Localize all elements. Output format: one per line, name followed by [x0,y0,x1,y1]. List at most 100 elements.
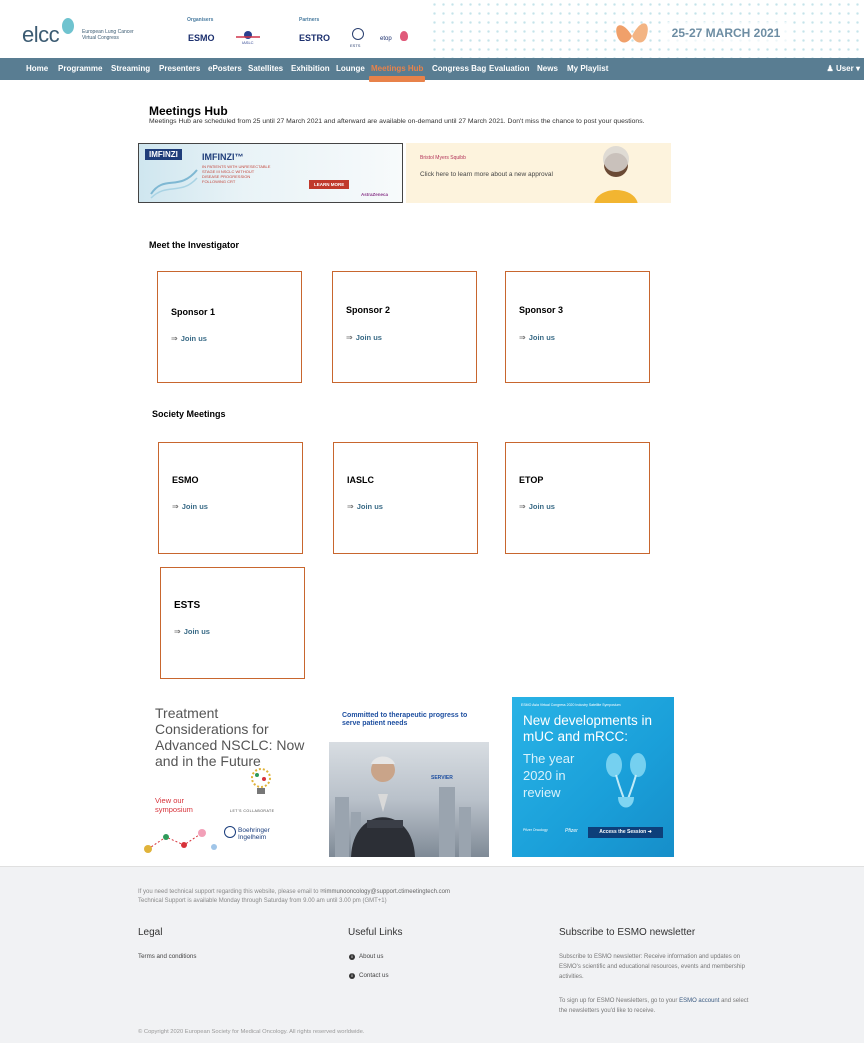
boehringer-logo: Boehringer Ingelheim [238,827,270,841]
nav-satellites[interactable]: Satellites [248,58,283,80]
card-title: IASLC [347,475,374,485]
pfizer-ad[interactable]: ESMO Asia Virtual Congress 2020 Industry… [512,697,674,857]
newsletter-signup-text: To sign up for ESMO Newsletters, go to y… [559,998,749,1014]
congress-date: 25-27 MARCH 2021 [662,22,790,44]
main-navigation: Home Programme Streaming Presenters ePos… [0,58,864,80]
useful-links-title: Useful Links [348,927,403,938]
newsletter-title: Subscribe to ESMO newsletter [559,927,696,938]
join-us-link[interactable]: ⇒ Join us [347,502,383,511]
nav-home[interactable]: Home [26,58,48,80]
join-arrow-icon: ⇒ [346,333,353,342]
estro-logo[interactable]: ESTRO [299,33,330,43]
about-us-link[interactable]: i About us [349,953,383,960]
card-title: ESMO [172,475,199,485]
user-menu[interactable]: ♟ User ▾ [827,58,860,80]
esmo-logo[interactable]: ESMO [188,33,215,43]
elcc-logo[interactable]: elcc [22,22,60,48]
info-icon: i [349,973,355,979]
ad3-publisher-text: Pfizer Oncology [523,828,548,832]
nav-exhibition[interactable]: Exhibition [291,58,330,80]
join-us-link[interactable]: ⇒ Join us [519,333,555,342]
nav-presenters[interactable]: Presenters [159,58,200,80]
servier-logo: SERVIER [431,775,453,781]
support-email-link[interactable]: immunooncology@support.ctimeetingtech.co… [325,889,450,895]
boehringer-ad[interactable]: Treatment Considerations for Advanced NS… [138,697,312,857]
sponsor-1-card: Sponsor 1 ⇒ Join us [157,271,302,383]
page-subtitle: Meetings Hub are scheduled from 25 until… [149,118,645,125]
join-us-link[interactable]: ⇒ Join us [171,334,207,343]
imfinzi-brand: IMFINZI [145,149,182,160]
join-us-link[interactable]: ⇒ Join us [172,502,208,511]
join-us-link[interactable]: ⇒ Join us [519,502,555,511]
learn-more-button[interactable]: LEARN MORE [309,180,350,189]
arrow-right-icon: ➜ [647,829,652,835]
partners-label: Partners [299,17,320,23]
join-arrow-icon: ⇒ [519,502,526,511]
imfinzi-indication: IN PATIENTS WITH UNRESECTABLE STAGE III … [202,164,271,184]
join-arrow-icon: ⇒ [171,334,178,343]
nav-congress-bag[interactable]: Congress Bag [432,58,486,80]
card-title: Sponsor 1 [171,307,216,317]
user-label: User [835,64,854,73]
terms-link[interactable]: Terms and conditions [138,953,196,960]
newsletter-text: Subscribe to ESMO newsletter: Receive in… [559,954,745,980]
man-figure-icon [351,756,415,857]
card-title: ESTS [174,600,201,611]
view-symposium-link[interactable]: View our symposium [155,796,215,814]
card-title: ETOP [519,475,544,485]
nav-evaluation[interactable]: Evaluation [489,58,529,80]
esmo-card: ESMO ⇒ Join us [158,442,303,554]
sponsor-2-card: Sponsor 2 ⇒ Join us [332,271,477,383]
caret-down-icon: ▾ [855,64,860,73]
nav-lounge[interactable]: Lounge [336,58,365,80]
join-arrow-icon: ⇒ [172,502,179,511]
join-us-link[interactable]: ⇒ Join us [174,627,210,636]
join-arrow-icon: ⇒ [519,333,526,342]
access-session-button[interactable]: Access the Session ➜ [588,827,663,838]
bms-banner[interactable]: Bristol Myers Squibb Click here to learn… [406,143,671,203]
etop-logo-icon[interactable] [400,31,408,41]
butterfly-icon [616,23,648,43]
info-icon: i [349,954,355,960]
sponsor-3-card: Sponsor 3 ⇒ Join us [505,271,650,383]
astrazeneca-logo: AstraZeneca [361,192,389,197]
kidney-icon [606,753,646,808]
join-arrow-icon: ⇒ [347,502,354,511]
ests-logo-icon[interactable] [352,28,364,40]
card-title: Sponsor 2 [346,305,391,315]
swoosh-graphic-icon [150,169,198,199]
investigator-section-title: Meet the Investigator [149,240,240,250]
nav-streaming[interactable]: Streaming [111,58,150,80]
ests-card: ESTS ⇒ Join us [160,567,305,679]
lightbulb-icon [251,768,271,794]
logo-subtitle: European Lung Cancer Virtual Congress [82,29,134,41]
nav-eposters[interactable]: ePosters [208,58,242,80]
ad2-headline: Committed to therapeutic progress to ser… [342,712,468,727]
site-header: elcc European Lung Cancer Virtual Congre… [0,0,864,58]
user-icon: ♟ [826,64,834,73]
legal-title: Legal [138,927,163,938]
contact-us-link[interactable]: i Contact us [349,972,389,979]
person-photo-icon [594,146,638,203]
iaslc-card: IASLC ⇒ Join us [333,442,478,554]
iaslc-logo-icon[interactable]: IASLC [236,29,260,45]
nav-programme[interactable]: Programme [58,58,102,80]
ests-logo-label: ESTS [350,43,361,48]
ad3-headline: New developments in mUC and mRCC: [523,713,653,744]
join-us-link[interactable]: ⇒ Join us [346,333,382,342]
ad1-headline: Treatment Considerations for Advanced NS… [155,705,305,769]
network-graphic-icon [144,829,217,853]
support-text: If you need technical support regarding … [138,889,450,904]
boehringer-logo-icon [224,826,236,838]
imfinzi-banner[interactable]: IMFINZI IMFINZI™ IN PATIENTS WITH UNRESE… [138,143,403,203]
pfizer-logo: Pfizer [565,828,578,834]
nav-my-playlist[interactable]: My Playlist [567,58,608,80]
etop-logo-label: etop [380,36,392,42]
esmo-account-link[interactable]: ESMO account [679,998,719,1004]
servier-ad[interactable]: Committed to therapeutic progress to ser… [329,697,489,857]
nav-news[interactable]: News [537,58,558,80]
card-title: Sponsor 3 [519,305,564,315]
elcc-logo-mark-icon [62,18,74,34]
svg-text:IASLC: IASLC [242,40,254,45]
imfinzi-headline: IMFINZI™ [202,152,244,162]
